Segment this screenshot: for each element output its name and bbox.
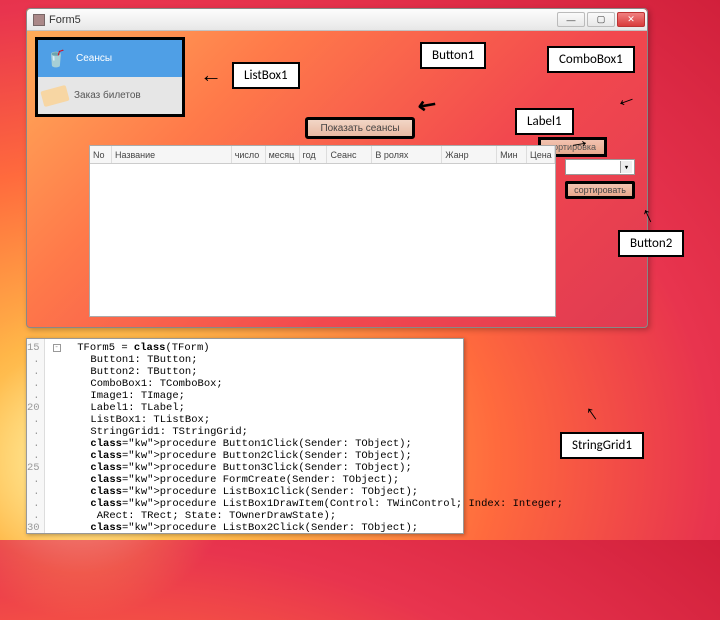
close-button[interactable]: ✕: [617, 12, 645, 27]
sort-button[interactable]: сортировать: [565, 181, 635, 199]
maximize-button[interactable]: ▢: [587, 12, 615, 27]
chevron-down-icon: ▾: [620, 161, 632, 173]
form-icon: [33, 14, 45, 26]
list-item[interactable]: Заказ билетов: [38, 77, 182, 114]
sort-combobox[interactable]: ▾: [565, 159, 635, 175]
anno-stringgrid: StringGrid1: [560, 432, 644, 459]
grid-col-header: год: [300, 146, 328, 163]
list-item-label: Сеансы: [76, 53, 112, 64]
grid-col-header: месяц: [266, 146, 300, 163]
list-item[interactable]: 🥤 Сеансы: [38, 40, 182, 77]
anno-button2: Button2: [618, 230, 684, 257]
anno-listbox: ListBox1: [232, 62, 300, 89]
ticket-icon: [40, 84, 69, 106]
minimize-button[interactable]: —: [557, 12, 585, 27]
code-body: - TForm5 = class(TForm) Button1: TButton…: [45, 339, 563, 533]
grid-col-header: Название: [112, 146, 232, 163]
titlebar: Form5 — ▢ ✕: [27, 9, 647, 31]
anno-combobox: ComboBox1: [547, 46, 635, 73]
list-item-label: Заказ билетов: [74, 90, 141, 101]
grid-col-header: Мин: [497, 146, 527, 163]
string-grid[interactable]: NoНазваниечисломесяцгодСеансВ роляхЖанрМ…: [89, 145, 556, 317]
arrow-icon: ↑: [580, 399, 604, 427]
grid-col-header: Цена: [527, 146, 555, 163]
grid-col-header: В ролях: [372, 146, 442, 163]
arrow-icon: →: [566, 126, 592, 155]
grid-col-header: число: [232, 146, 266, 163]
code-panel: 15 . . . . 20 . . . . 25 . . . . 30 - TF…: [26, 338, 464, 534]
grid-col-header: Сеанс: [327, 146, 372, 163]
line-gutter: 15 . . . . 20 . . . . 25 . . . . 30: [27, 339, 45, 533]
grid-header: NoНазваниечисломесяцгодСеансВ роляхЖанрМ…: [90, 146, 555, 164]
anno-button1: Button1: [420, 42, 486, 69]
arrow-icon: ←: [200, 62, 222, 88]
grid-col-header: No: [90, 146, 112, 163]
anno-label1: Label1: [515, 108, 574, 135]
drink-cup-icon: 🥤: [42, 45, 70, 73]
window-title: Form5: [49, 14, 81, 26]
grid-col-header: Жанр: [442, 146, 497, 163]
show-sessions-button[interactable]: Показать сеансы: [305, 117, 415, 139]
listbox1[interactable]: 🥤 Сеансы Заказ билетов: [35, 37, 185, 117]
